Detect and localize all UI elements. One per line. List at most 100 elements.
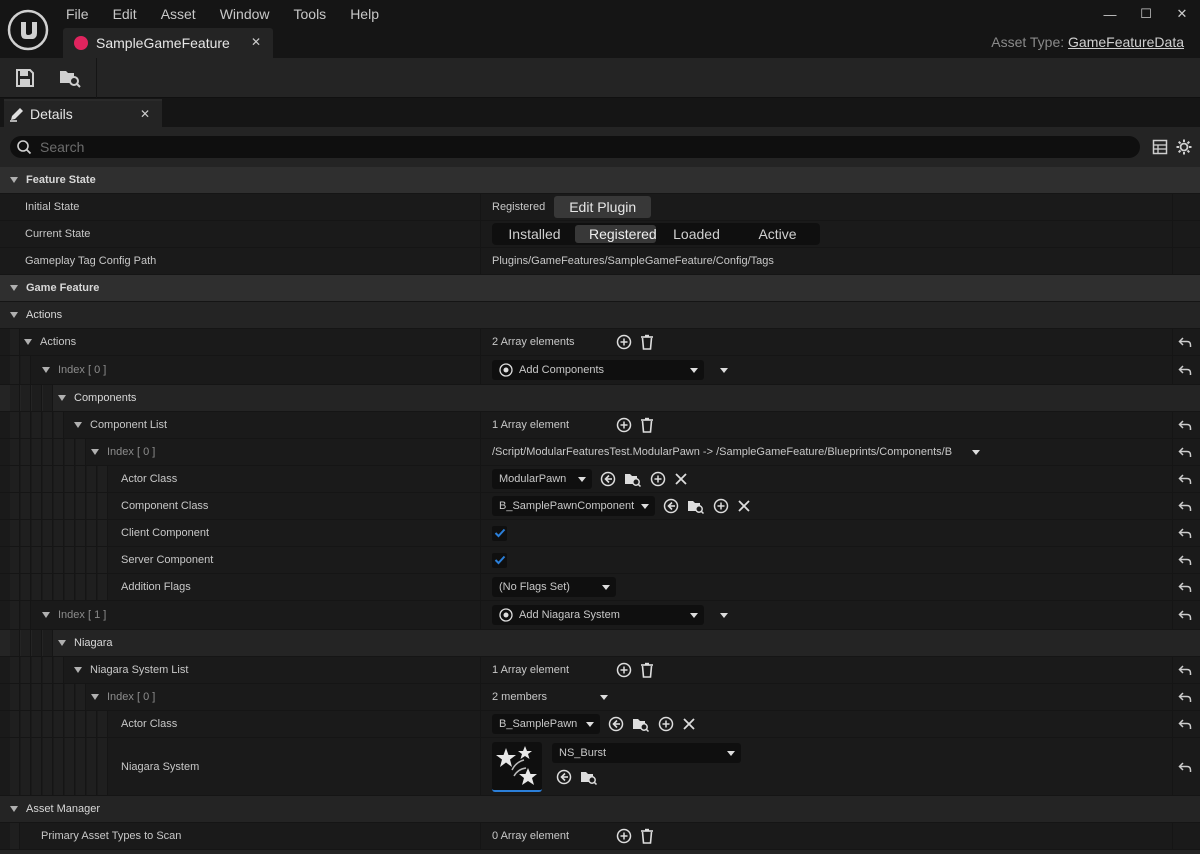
browse-to-asset-icon[interactable] [58, 67, 82, 89]
browse-folder-icon[interactable] [632, 716, 650, 732]
state-option-installed[interactable]: Installed [494, 225, 575, 243]
collapse-arrow-icon[interactable] [58, 395, 66, 401]
state-option-loaded[interactable]: Loaded [656, 225, 737, 243]
save-icon[interactable] [14, 67, 36, 89]
browse-folder-icon[interactable] [580, 769, 598, 785]
use-selected-icon[interactable] [608, 716, 624, 732]
expand-arrow-icon[interactable] [42, 612, 50, 618]
clear-icon[interactable] [737, 499, 751, 513]
menu-tools[interactable]: Tools [294, 6, 327, 22]
property-name: Component Class [121, 500, 209, 512]
browse-folder-icon[interactable] [624, 471, 642, 487]
add-element-icon[interactable] [616, 334, 632, 350]
settings-gear-icon[interactable] [1176, 139, 1192, 155]
close-details-icon[interactable]: ✕ [140, 107, 150, 121]
reset-to-default-icon[interactable] [1178, 608, 1192, 622]
menu-help[interactable]: Help [350, 6, 379, 22]
expand-arrow-icon[interactable] [91, 449, 99, 455]
expand-arrow-icon[interactable] [74, 667, 82, 673]
clear-icon[interactable] [674, 472, 688, 486]
reset-to-default-icon[interactable] [1178, 418, 1192, 432]
category-components[interactable]: Components [0, 385, 1200, 412]
niagara-system-thumbnail[interactable] [492, 742, 542, 792]
state-option-active[interactable]: Active [737, 225, 818, 243]
tab-details[interactable]: Details ✕ [4, 99, 162, 127]
reset-to-default-icon[interactable] [1178, 335, 1192, 349]
menu-asset[interactable]: Asset [161, 6, 196, 22]
state-option-registered[interactable]: Registered [575, 225, 657, 243]
niagara-system-dropdown[interactable]: NS_Burst [552, 743, 741, 763]
use-selected-icon[interactable] [663, 498, 679, 514]
reset-to-default-icon[interactable] [1178, 717, 1192, 731]
addition-flags-dropdown[interactable]: (No Flags Set) [492, 577, 616, 597]
reset-to-default-icon[interactable] [1178, 690, 1192, 704]
collapse-arrow-icon[interactable] [10, 806, 18, 812]
server-component-checkbox[interactable] [492, 552, 507, 568]
clear-icon[interactable] [682, 717, 696, 731]
reset-to-default-icon[interactable] [1178, 760, 1192, 774]
add-element-icon[interactable] [616, 662, 632, 678]
use-selected-icon[interactable] [600, 471, 616, 487]
expand-arrow-icon[interactable] [91, 694, 99, 700]
component-class-dropdown[interactable]: B_SamplePawnComponent [492, 496, 655, 516]
maximize-button[interactable]: ☐ [1128, 0, 1164, 28]
collapse-arrow-icon[interactable] [58, 640, 66, 646]
close-window-button[interactable]: ✕ [1164, 0, 1200, 28]
collapse-arrow-icon[interactable] [10, 177, 18, 183]
reset-to-default-icon[interactable] [1178, 472, 1192, 486]
expand-arrow-icon[interactable] [74, 422, 82, 428]
add-icon[interactable] [658, 716, 674, 732]
search-input[interactable]: Search [10, 136, 1140, 158]
reset-to-default-icon[interactable] [1178, 580, 1192, 594]
add-element-icon[interactable] [616, 417, 632, 433]
reset-to-default-icon[interactable] [1178, 526, 1192, 540]
expand-arrow-icon[interactable] [24, 339, 32, 345]
chevron-down-icon[interactable] [600, 694, 608, 700]
chevron-down-icon[interactable] [720, 367, 728, 373]
niagara-actor-class-dropdown[interactable]: B_SamplePawn [492, 714, 600, 734]
document-tab[interactable]: SampleGameFeature ✕ [63, 28, 273, 58]
unreal-logo-icon[interactable] [7, 9, 49, 51]
category-label: Asset Manager [26, 803, 100, 815]
table-view-icon[interactable] [1152, 139, 1168, 155]
add-icon[interactable] [713, 498, 729, 514]
category-feature-state[interactable]: Feature State [0, 167, 1200, 194]
reset-to-default-icon[interactable] [1178, 663, 1192, 677]
category-game-feature[interactable]: Game Feature [0, 275, 1200, 302]
action-type-dropdown[interactable]: Add Niagara System [492, 605, 704, 625]
action-class-icon [499, 363, 513, 377]
minimize-button[interactable]: — [1092, 0, 1128, 28]
close-tab-icon[interactable]: ✕ [251, 35, 261, 49]
row-component-entry: Index [ 0 ] /Script/ModularFeaturesTest.… [0, 439, 1200, 466]
category-niagara[interactable]: Niagara [0, 630, 1200, 657]
client-component-checkbox[interactable] [492, 525, 507, 541]
reset-to-default-icon[interactable] [1178, 363, 1192, 377]
asset-type-link[interactable]: GameFeatureData [1068, 34, 1184, 50]
action-type-dropdown[interactable]: Add Components [492, 360, 704, 380]
category-actions[interactable]: Actions [0, 302, 1200, 329]
collapse-arrow-icon[interactable] [10, 312, 18, 318]
reset-to-default-icon[interactable] [1178, 553, 1192, 567]
pencil-icon [10, 108, 23, 122]
category-asset-manager[interactable]: Asset Manager [0, 796, 1200, 823]
browse-folder-icon[interactable] [687, 498, 705, 514]
add-icon[interactable] [650, 471, 666, 487]
trash-icon[interactable] [640, 828, 654, 844]
chevron-down-icon[interactable] [720, 612, 728, 618]
edit-plugin-button[interactable]: Edit Plugin [554, 196, 652, 218]
trash-icon[interactable] [640, 417, 654, 433]
toolbar-separator [96, 58, 97, 98]
reset-to-default-icon[interactable] [1178, 445, 1192, 459]
menu-edit[interactable]: Edit [113, 6, 137, 22]
trash-icon[interactable] [640, 662, 654, 678]
menu-file[interactable]: File [66, 6, 89, 22]
menu-window[interactable]: Window [220, 6, 270, 22]
reset-to-default-icon[interactable] [1178, 499, 1192, 513]
expand-arrow-icon[interactable] [42, 367, 50, 373]
actor-class-dropdown[interactable]: ModularPawn [492, 469, 592, 489]
trash-icon[interactable] [640, 334, 654, 350]
collapse-arrow-icon[interactable] [10, 285, 18, 291]
chevron-down-icon[interactable] [972, 449, 980, 455]
add-element-icon[interactable] [616, 828, 632, 844]
use-selected-icon[interactable] [556, 769, 572, 785]
